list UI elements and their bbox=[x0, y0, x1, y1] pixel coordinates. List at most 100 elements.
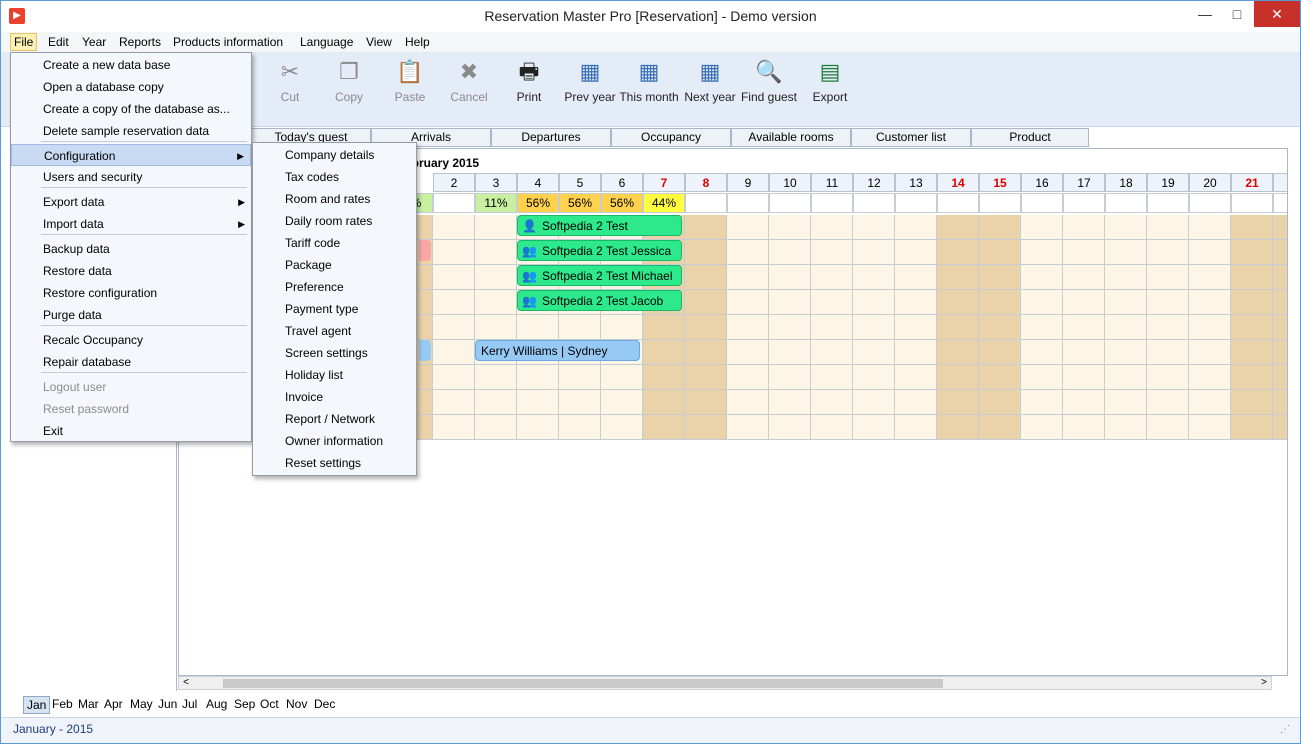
calendar-cell[interactable] bbox=[769, 365, 811, 390]
calendar-cell[interactable] bbox=[1147, 215, 1189, 240]
calendar-cell[interactable] bbox=[727, 315, 769, 340]
calendar-cell[interactable] bbox=[601, 315, 643, 340]
calendar-cell[interactable] bbox=[811, 390, 853, 415]
month-tab-sep[interactable]: Sep bbox=[231, 696, 258, 712]
calendar-cell[interactable] bbox=[769, 315, 811, 340]
calendar-cell[interactable] bbox=[1147, 240, 1189, 265]
menu-help[interactable]: Help bbox=[402, 34, 433, 50]
calendar-cell[interactable] bbox=[1189, 415, 1231, 440]
calendar-cell[interactable] bbox=[433, 240, 475, 265]
file-menu-item-create-a-new-data-base[interactable]: Create a new data base bbox=[11, 54, 251, 76]
calendar-cell[interactable] bbox=[895, 390, 937, 415]
calendar-cell[interactable] bbox=[1189, 240, 1231, 265]
calendar-cell[interactable] bbox=[433, 265, 475, 290]
calendar-cell[interactable] bbox=[1063, 415, 1105, 440]
calendar-cell[interactable] bbox=[979, 265, 1021, 290]
next-year-button[interactable]: ▦ Next year bbox=[680, 58, 740, 104]
calendar-cell[interactable] bbox=[643, 315, 685, 340]
calendar-cell[interactable] bbox=[727, 390, 769, 415]
calendar-cell[interactable] bbox=[895, 290, 937, 315]
tab-customer-list[interactable]: Customer list bbox=[851, 128, 971, 147]
calendar-cell[interactable] bbox=[811, 365, 853, 390]
calendar-cell[interactable] bbox=[1021, 390, 1063, 415]
calendar-cell[interactable] bbox=[433, 315, 475, 340]
day-header[interactable]: 17 bbox=[1063, 173, 1105, 192]
calendar-cell[interactable] bbox=[685, 415, 727, 440]
scroll-left-icon[interactable]: < bbox=[179, 677, 193, 689]
calendar-cell[interactable] bbox=[979, 340, 1021, 365]
calendar-cell[interactable] bbox=[1147, 365, 1189, 390]
calendar-cell[interactable] bbox=[1273, 265, 1287, 290]
calendar-cell[interactable] bbox=[727, 265, 769, 290]
menu-edit[interactable]: Edit bbox=[45, 34, 72, 50]
calendar-cell[interactable] bbox=[853, 390, 895, 415]
calendar-cell[interactable] bbox=[433, 340, 475, 365]
scroll-right-icon[interactable]: > bbox=[1257, 677, 1271, 689]
calendar-cell[interactable] bbox=[895, 365, 937, 390]
menu-language[interactable]: Language bbox=[297, 34, 356, 50]
calendar-cell[interactable] bbox=[1273, 215, 1287, 240]
minimize-button[interactable]: — bbox=[1189, 1, 1221, 27]
calendar-cell[interactable] bbox=[1189, 340, 1231, 365]
calendar-cell[interactable] bbox=[475, 415, 517, 440]
menu-view[interactable]: View bbox=[363, 34, 395, 50]
calendar-cell[interactable] bbox=[1063, 240, 1105, 265]
print-button[interactable]: 🖶 Print bbox=[499, 58, 559, 104]
calendar-cell[interactable] bbox=[895, 265, 937, 290]
calendar-cell[interactable] bbox=[979, 365, 1021, 390]
calendar-cell[interactable] bbox=[895, 215, 937, 240]
month-tab-jul[interactable]: Jul bbox=[179, 696, 200, 712]
export-button[interactable]: ▤ Export bbox=[800, 58, 860, 104]
calendar-cell[interactable] bbox=[1021, 240, 1063, 265]
calendar-cell[interactable] bbox=[727, 240, 769, 265]
calendar-cell[interactable] bbox=[895, 415, 937, 440]
config-menu-item-daily-room-rates[interactable]: Daily room rates bbox=[253, 210, 416, 232]
file-menu-item-export-data[interactable]: Export data ▶ bbox=[11, 191, 251, 213]
calendar-cell[interactable] bbox=[853, 215, 895, 240]
calendar-cell[interactable] bbox=[811, 265, 853, 290]
calendar-cell[interactable] bbox=[811, 240, 853, 265]
day-header[interactable]: 4 bbox=[517, 173, 559, 192]
calendar-cell[interactable] bbox=[979, 390, 1021, 415]
file-menu-item-restore-data[interactable]: Restore data bbox=[11, 260, 251, 282]
calendar-cell[interactable] bbox=[475, 365, 517, 390]
calendar-cell[interactable] bbox=[1273, 340, 1287, 365]
day-header[interactable]: 21 bbox=[1231, 173, 1273, 192]
reservation-bar-partial[interactable] bbox=[419, 340, 431, 361]
calendar-cell[interactable] bbox=[727, 215, 769, 240]
calendar-cell[interactable] bbox=[727, 415, 769, 440]
file-menu-item-recalc-occupancy[interactable]: Recalc Occupancy bbox=[11, 329, 251, 351]
file-menu-item-purge-data[interactable]: Purge data bbox=[11, 304, 251, 326]
calendar-cell[interactable] bbox=[1273, 240, 1287, 265]
this-month-button[interactable]: ▦ This month bbox=[619, 58, 679, 104]
month-tab-mar[interactable]: Mar bbox=[75, 696, 102, 712]
calendar-cell[interactable] bbox=[1189, 290, 1231, 315]
config-menu-item-company-details[interactable]: Company details bbox=[253, 144, 416, 166]
calendar-cell[interactable] bbox=[937, 415, 979, 440]
config-menu-item-tariff-code[interactable]: Tariff code bbox=[253, 232, 416, 254]
calendar-cell[interactable] bbox=[1021, 340, 1063, 365]
calendar-cell[interactable] bbox=[1273, 315, 1287, 340]
reservation-bar[interactable]: Kerry Williams | Sydney bbox=[475, 340, 640, 361]
calendar-cell[interactable] bbox=[937, 365, 979, 390]
calendar-cell[interactable] bbox=[517, 390, 559, 415]
day-header[interactable]: 15 bbox=[979, 173, 1021, 192]
calendar-cell[interactable] bbox=[769, 290, 811, 315]
day-header[interactable]: 6 bbox=[601, 173, 643, 192]
calendar-cell[interactable] bbox=[1273, 415, 1287, 440]
calendar-cell[interactable] bbox=[475, 240, 517, 265]
calendar-cell[interactable] bbox=[517, 315, 559, 340]
config-menu-item-payment-type[interactable]: Payment type bbox=[253, 298, 416, 320]
calendar-cell[interactable] bbox=[1189, 390, 1231, 415]
file-menu-item-delete-sample-reservation-data[interactable]: Delete sample reservation data bbox=[11, 120, 251, 142]
day-header[interactable]: 5 bbox=[559, 173, 601, 192]
paste-button[interactable]: 📋 Paste bbox=[380, 58, 440, 104]
calendar-cell[interactable] bbox=[853, 240, 895, 265]
config-menu-item-preference[interactable]: Preference bbox=[253, 276, 416, 298]
calendar-cell[interactable] bbox=[643, 365, 685, 390]
calendar-cell[interactable] bbox=[1063, 215, 1105, 240]
find-guest-button[interactable]: 🔍 Find guest bbox=[739, 58, 799, 104]
calendar-cell[interactable] bbox=[433, 365, 475, 390]
reservation-bar[interactable]: 👥 Softpedia 2 Test Jessica bbox=[517, 240, 682, 261]
calendar-cell[interactable] bbox=[685, 290, 727, 315]
